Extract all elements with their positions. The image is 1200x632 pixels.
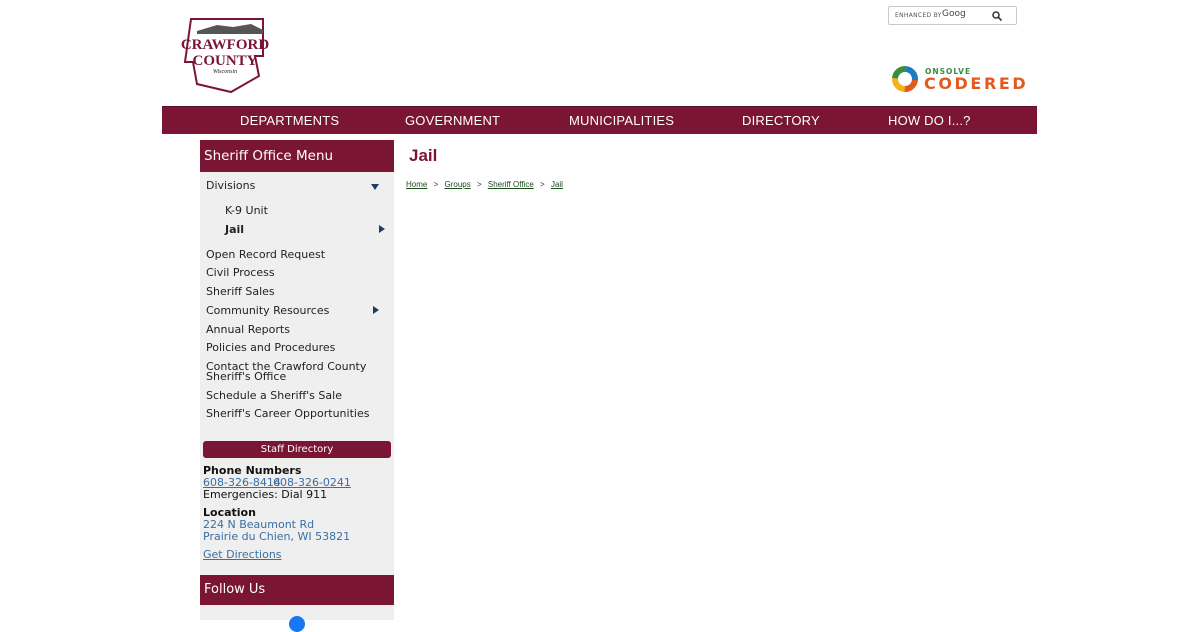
codered-ring-icon[interactable] (891, 65, 919, 93)
sidebar-item-k9-unit[interactable]: K-9 Unit (225, 205, 268, 217)
codered-label[interactable]: CODERED (924, 74, 1028, 93)
sidebar-item-career-opportunities[interactable]: Sheriff's Career Opportunities (206, 408, 369, 420)
sidebar-item-jail[interactable]: Jail (225, 224, 244, 236)
emergencies-text: Emergencies: Dial 911 (203, 488, 328, 501)
svg-text:Wisconsin: Wisconsin (213, 69, 237, 75)
breadcrumb-separator: > (540, 180, 545, 189)
sidebar-title: Sheriff Office Menu (200, 140, 394, 172)
search-input[interactable]: ENHANCED BY Goog (888, 6, 1017, 25)
nav-departments[interactable]: DEPARTMENTS (240, 113, 339, 128)
sidebar: Sheriff Office Menu Divisions K-9 Unit J… (200, 140, 394, 632)
page-title: Jail (409, 146, 438, 165)
nav-municipalities[interactable]: MUNICIPALITIES (569, 113, 674, 128)
breadcrumb: Home > Groups > Sheriff Office > Jail (406, 180, 563, 189)
follow-us-heading: Follow Us (200, 575, 394, 605)
chevron-right-icon[interactable] (373, 306, 379, 314)
crawford-county-logo[interactable]: CRAWFORD COUNTY Wisconsin (179, 16, 271, 94)
sidebar-item-civil-process[interactable]: Civil Process (206, 267, 275, 279)
sidebar-item-annual-reports[interactable]: Annual Reports (206, 324, 290, 336)
facebook-icon[interactable] (289, 616, 305, 632)
search-icon[interactable] (991, 10, 1003, 22)
chevron-right-icon[interactable] (379, 225, 385, 233)
main-nav: DEPARTMENTS GOVERNMENT MUNICIPALITIES DI… (162, 106, 1037, 134)
sidebar-item-divisions[interactable]: Divisions (206, 180, 255, 192)
nav-how-do-i[interactable]: HOW DO I...? (888, 113, 971, 128)
breadcrumb-sheriff-office[interactable]: Sheriff Office (488, 180, 534, 189)
sidebar-item-policies[interactable]: Policies and Procedures (206, 342, 335, 354)
sidebar-item-contact-line2[interactable]: Sheriff's Office (206, 371, 286, 383)
svg-text:CRAWFORD: CRAWFORD (181, 37, 269, 53)
breadcrumb-home[interactable]: Home (406, 180, 427, 189)
svg-text:COUNTY: COUNTY (192, 53, 257, 69)
chevron-down-icon[interactable] (371, 184, 379, 190)
nav-directory[interactable]: DIRECTORY (742, 113, 820, 128)
sidebar-item-open-record-request[interactable]: Open Record Request (206, 249, 325, 261)
search-enhanced-label: ENHANCED BY (895, 12, 942, 19)
search-brand: Goog (942, 9, 966, 19)
staff-directory-button[interactable]: Staff Directory (203, 441, 391, 458)
sidebar-item-schedule-sale[interactable]: Schedule a Sheriff's Sale (206, 390, 342, 402)
breadcrumb-separator: > (433, 180, 439, 189)
breadcrumb-jail[interactable]: Jail (551, 180, 563, 189)
breadcrumb-groups[interactable]: Groups (444, 180, 470, 189)
breadcrumb-separator: > (476, 180, 482, 189)
nav-government[interactable]: GOVERNMENT (405, 113, 500, 128)
address-line2[interactable]: Prairie du Chien, WI 53821 (203, 530, 350, 543)
get-directions-link[interactable]: Get Directions (203, 548, 282, 561)
sidebar-item-sheriff-sales[interactable]: Sheriff Sales (206, 286, 275, 298)
sidebar-item-community-resources[interactable]: Community Resources (206, 305, 329, 317)
